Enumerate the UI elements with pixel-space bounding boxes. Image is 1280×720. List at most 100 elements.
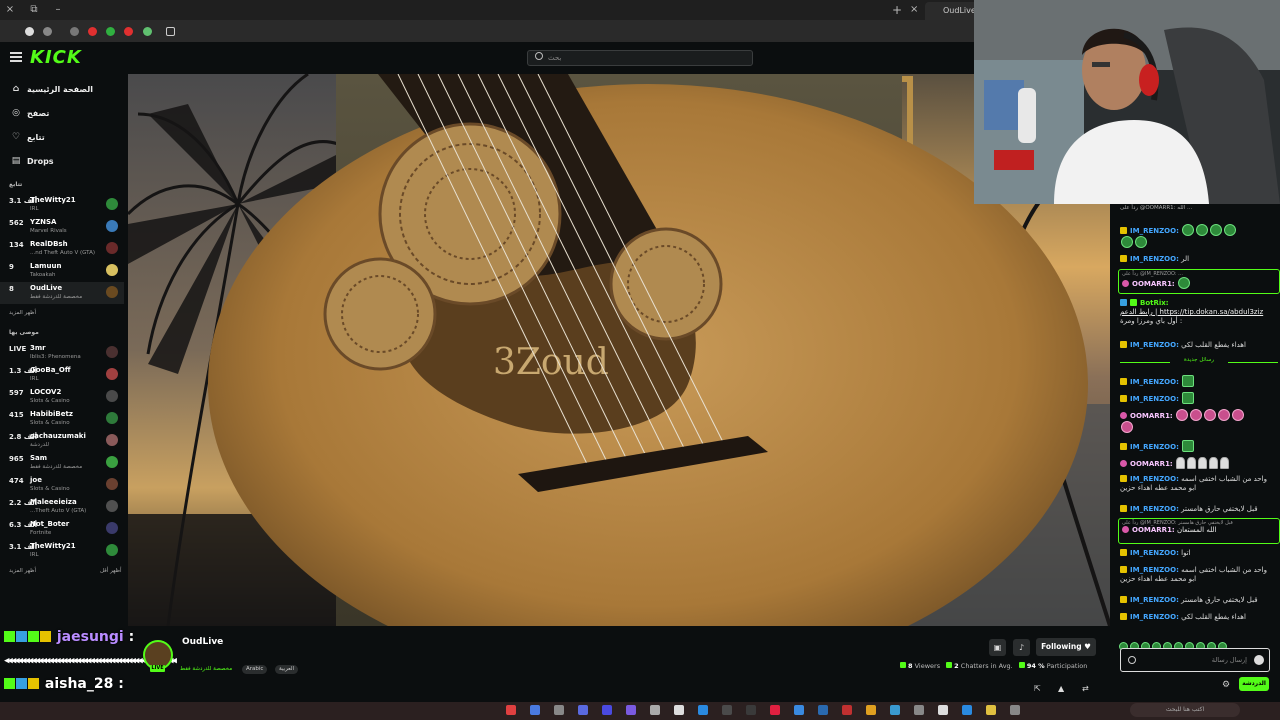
tip-link[interactable]: رابط الدعم | https://tip.dokan.sa/abdul3… bbox=[1120, 308, 1263, 316]
chat-message[interactable]: IM_RENZOO: قبل لايختفي حارق هامستر bbox=[1120, 505, 1280, 514]
extension-icon[interactable] bbox=[124, 27, 133, 36]
taskbar-app-icon[interactable] bbox=[794, 705, 804, 715]
stream-tag[interactable]: Arabic bbox=[242, 665, 268, 674]
channel-avatar bbox=[106, 198, 118, 210]
taskbar-app-icon[interactable] bbox=[1010, 705, 1020, 715]
chat-settings-gear-icon[interactable]: ⚙ bbox=[1222, 680, 1230, 690]
chat-message[interactable]: IM_RENZOO: اهداء يفطع القلب لكي bbox=[1120, 341, 1280, 350]
taskbar-app-icon[interactable] bbox=[578, 705, 588, 715]
lock-icon[interactable]: ▲ bbox=[1058, 684, 1064, 693]
compass-icon: ◎ bbox=[12, 108, 20, 118]
emoji-icon[interactable] bbox=[1254, 655, 1264, 665]
taskbar-app-icon[interactable] bbox=[914, 705, 924, 715]
channel-category: Iblis3: Phenomena bbox=[30, 354, 81, 360]
chat-send-button[interactable]: الدردشة bbox=[1239, 677, 1269, 691]
sidebar-nav-item[interactable]: ♡ تتابع bbox=[0, 128, 128, 148]
chat-input[interactable]: إرسال رسالة bbox=[1120, 648, 1270, 672]
menu-more-icon[interactable]: ⇄ bbox=[1082, 684, 1089, 693]
taskbar-app-icon[interactable] bbox=[890, 705, 900, 715]
sidebar-nav-item[interactable]: ◎ تصفح bbox=[0, 104, 128, 124]
taskbar-app-icon[interactable] bbox=[698, 705, 708, 715]
channel-viewers: 965 bbox=[9, 455, 24, 463]
sidebar-channel[interactable]: 8 OudLive مخصصة للدردشة فقط bbox=[0, 282, 124, 304]
extension-icon[interactable] bbox=[106, 27, 115, 36]
extension-icon[interactable] bbox=[143, 27, 152, 36]
taskbar-app-icon[interactable] bbox=[818, 705, 828, 715]
chat-message[interactable]: IM_RENZOO: واحد من الشباب اختفى اسمه ابو… bbox=[1120, 566, 1280, 584]
menu-icon[interactable] bbox=[10, 52, 22, 62]
chat-reply-message[interactable]: رداً على @IM_RENZOO: قبل لايختفي حارق ها… bbox=[1118, 518, 1280, 544]
taskbar-app-icon[interactable] bbox=[938, 705, 948, 715]
taskbar-search[interactable]: اكتب هنا للبحث bbox=[1130, 703, 1240, 717]
show-more-recommended[interactable]: أظهر المزيد bbox=[9, 568, 36, 574]
chat-message[interactable]: IM_RENZOO: bbox=[1120, 224, 1280, 248]
stream-category-link[interactable]: مخصصة للدردشة فقط bbox=[180, 666, 232, 672]
sidebar-channel[interactable]: LIVE 3mr Iblis3: Phenomena bbox=[0, 342, 124, 364]
extension-icon[interactable] bbox=[88, 27, 97, 36]
extension-icon[interactable] bbox=[70, 27, 79, 36]
chat-message[interactable]: IM_RENZOO: الر bbox=[1120, 255, 1280, 264]
viewers-icon bbox=[900, 662, 906, 668]
sidebar-channel[interactable]: 597 LOCOV2 Slots & Casino bbox=[0, 386, 124, 408]
chat-message[interactable]: IM_RENZOO: قبل لايختفي حارق هامستر bbox=[1120, 596, 1280, 605]
chat-message[interactable]: IM_RENZOO: اهداء يفطع القلب لكي bbox=[1120, 613, 1280, 622]
sidebar-channel[interactable]: 3.1 ألف TheWitty21 IRL bbox=[0, 540, 124, 562]
window-restore-button[interactable]: ⧉ bbox=[28, 4, 40, 16]
chat-message-bot[interactable]: BotRix: رابط الدعم | https://tip.dokan.s… bbox=[1120, 299, 1280, 326]
chat-message[interactable]: IM_RENZOO: واحد من الشباب اختفى اسمه ابو… bbox=[1120, 475, 1280, 493]
tab-close-icon[interactable]: × bbox=[910, 4, 918, 15]
extension-icon[interactable] bbox=[43, 27, 52, 36]
taskbar-app-icon[interactable] bbox=[626, 705, 636, 715]
chat-message[interactable]: IM_RENZOO: bbox=[1120, 392, 1280, 404]
sidebar-channel[interactable]: 415 HabibiBetz Slots & Casino bbox=[0, 408, 124, 430]
sidebar-channel[interactable]: 562 YZNSA Marvel Rivals bbox=[0, 216, 124, 238]
share-icon[interactable]: ⇱ bbox=[1034, 684, 1041, 693]
streamer-name[interactable]: OudLive bbox=[182, 637, 223, 647]
taskbar-app-icon[interactable] bbox=[866, 705, 876, 715]
sidebar-channel[interactable]: 2.8 ألف sachauzumaki للدردشة bbox=[0, 430, 124, 452]
sidebar-channel[interactable]: 134 RealDBsh ...nd Theft Auto V (GTA) bbox=[0, 238, 124, 260]
sidebar-nav-item[interactable]: ⌂ الصفحة الرئيسية bbox=[0, 80, 128, 100]
clip-icon[interactable]: ▣ bbox=[989, 639, 1006, 656]
notification-bell-icon[interactable]: ♪ bbox=[1013, 639, 1030, 656]
stream-video[interactable]: 3Zoud bbox=[128, 74, 1110, 626]
chat-message[interactable]: OOMARR1: bbox=[1120, 457, 1280, 469]
window-minimize-button[interactable]: – bbox=[52, 4, 64, 16]
sub-badge bbox=[1122, 280, 1129, 287]
pin-icon[interactable] bbox=[1128, 656, 1136, 664]
taskbar-app-icon[interactable] bbox=[554, 705, 564, 715]
back-icon[interactable] bbox=[25, 27, 34, 36]
sidebar-channel[interactable]: 1.3 ألف GooBa_Off IRL bbox=[0, 364, 124, 386]
sidebar-channel[interactable]: 6.3 ألف Not_Boter Fortnite bbox=[0, 518, 124, 540]
chat-message[interactable]: OOMARR1: bbox=[1120, 409, 1280, 433]
taskbar-app-icon[interactable] bbox=[962, 705, 972, 715]
taskbar-app-icon[interactable] bbox=[650, 705, 660, 715]
chat-reply-message[interactable]: رداً على @IM_RENZOO: ... OOMARR1: bbox=[1118, 269, 1280, 294]
taskbar-app-icon[interactable] bbox=[986, 705, 996, 715]
taskbar-app-icon[interactable] bbox=[602, 705, 612, 715]
taskbar-app-icon[interactable] bbox=[674, 705, 684, 715]
taskbar-app-icon[interactable] bbox=[530, 705, 540, 715]
sidebar-channel[interactable]: 474 joe Slots & Casino bbox=[0, 474, 124, 496]
bookmark-star-icon[interactable] bbox=[166, 27, 175, 36]
chat-message[interactable]: IM_RENZOO: bbox=[1120, 440, 1280, 452]
sidebar-channel[interactable]: 2.2 ألف Maleeeieiza ...Theft Auto V (GTA) bbox=[0, 496, 124, 518]
following-button[interactable]: Following ♥ bbox=[1036, 638, 1096, 656]
show-less-recommended[interactable]: أظهر أقل bbox=[100, 568, 122, 574]
chat-message[interactable]: IM_RENZOO: اتوا bbox=[1120, 549, 1280, 558]
window-close-button[interactable]: × bbox=[4, 4, 16, 16]
sidebar-nav-item[interactable]: ▤ Drops bbox=[0, 152, 128, 172]
chat-message[interactable]: IM_RENZOO: bbox=[1120, 375, 1280, 387]
taskbar-app-icon[interactable] bbox=[722, 705, 732, 715]
taskbar-app-icon[interactable] bbox=[746, 705, 756, 715]
sidebar-channel[interactable]: 3.1 ألف TheWitty21 IRL bbox=[0, 194, 124, 216]
taskbar-app-icon[interactable] bbox=[770, 705, 780, 715]
taskbar-app-icon[interactable] bbox=[506, 705, 516, 715]
sidebar-channel[interactable]: 965 Sam مخصصة للدردشة فقط bbox=[0, 452, 124, 474]
stream-tag[interactable]: العربية bbox=[275, 665, 299, 674]
show-more-following[interactable]: أظهر المزيد bbox=[9, 310, 36, 316]
kick-logo[interactable]: KICK bbox=[30, 47, 82, 68]
new-tab-button[interactable]: + bbox=[892, 3, 902, 17]
taskbar-app-icon[interactable] bbox=[842, 705, 852, 715]
sidebar-channel[interactable]: 9 Lamuun Takoakah bbox=[0, 260, 124, 282]
